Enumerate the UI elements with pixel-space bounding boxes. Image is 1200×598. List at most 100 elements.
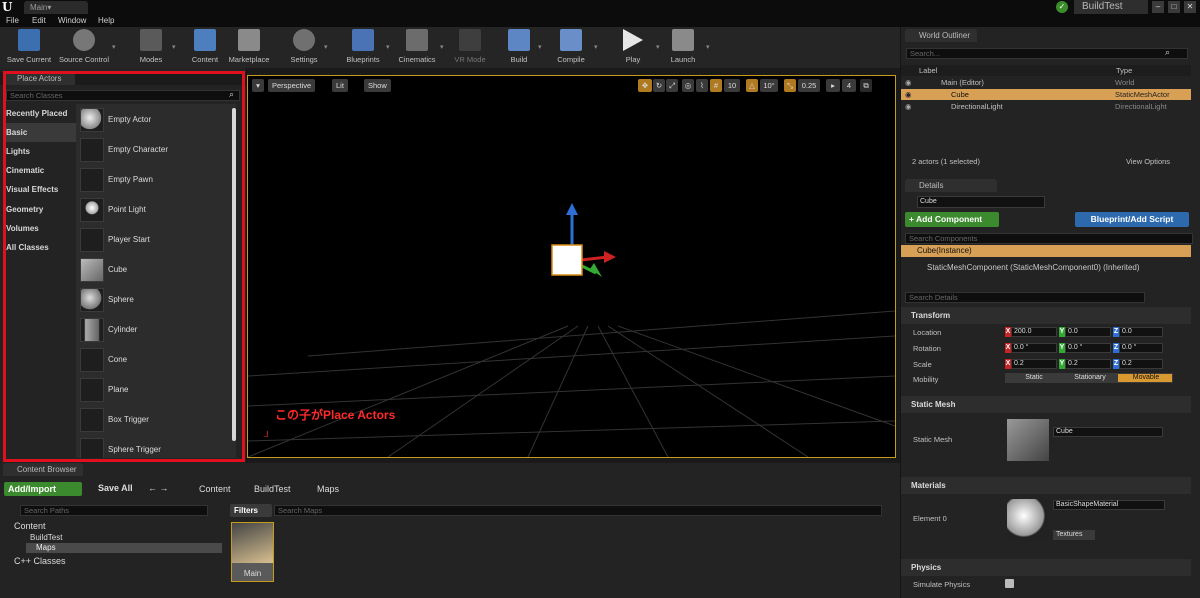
menu-help[interactable]: Help bbox=[98, 15, 114, 27]
static-mesh-thumbnail[interactable] bbox=[1007, 419, 1049, 461]
menu-window[interactable]: Window bbox=[58, 15, 86, 27]
category-lights[interactable]: Lights bbox=[4, 142, 76, 161]
tree-maps[interactable]: Maps bbox=[26, 543, 222, 553]
viewport-menu-icon[interactable]: ▾ bbox=[252, 79, 264, 92]
path-buildtest[interactable]: BuildTest bbox=[254, 484, 291, 494]
rotation-snap-icon[interactable]: △ bbox=[746, 79, 758, 92]
materials-section[interactable]: Materials bbox=[901, 477, 1191, 494]
actor-sphere-trigger[interactable]: Sphere Trigger bbox=[80, 436, 230, 458]
static-mesh-section[interactable]: Static Mesh bbox=[901, 396, 1191, 413]
minimize-button[interactable]: – bbox=[1152, 1, 1164, 13]
actor-cylinder[interactable]: Cylinder bbox=[80, 316, 230, 345]
build-button[interactable]: Build bbox=[500, 29, 538, 67]
actor-empty-character[interactable]: Empty Character bbox=[80, 136, 230, 165]
translate-icon[interactable]: ✥ bbox=[638, 79, 652, 92]
actor-player-start[interactable]: Player Start bbox=[80, 226, 230, 255]
tree-buildtest[interactable]: BuildTest bbox=[30, 533, 62, 542]
outliner-search-input[interactable]: Search... bbox=[906, 48, 1188, 59]
actor-box-trigger[interactable]: Box Trigger bbox=[80, 406, 230, 435]
component-row[interactable]: StaticMeshComponent (StaticMeshComponent… bbox=[901, 263, 1191, 274]
level-tab-main[interactable]: Main▾ bbox=[24, 1, 88, 14]
content-browser-tab[interactable]: Content Browser bbox=[3, 463, 83, 476]
rotate-icon[interactable]: ↻ bbox=[653, 79, 665, 92]
save-current-button[interactable]: Save Current bbox=[4, 29, 54, 67]
modes-button[interactable]: Modes bbox=[130, 29, 172, 67]
actor-name-field[interactable]: Cube bbox=[917, 196, 1045, 208]
actor-cube[interactable]: Cube bbox=[80, 256, 230, 285]
maximize-viewport-icon[interactable]: ⧉ bbox=[860, 79, 872, 92]
visibility-icon[interactable]: ◉ bbox=[905, 78, 912, 87]
location-x[interactable]: 200.0 bbox=[1011, 327, 1057, 337]
search-classes-input[interactable]: Search Classes bbox=[6, 90, 240, 101]
rotation-y[interactable]: 0.0 ° bbox=[1065, 343, 1111, 353]
static-mesh-dropdown[interactable]: Cube bbox=[1053, 427, 1163, 437]
camera-speed-icon[interactable]: ▸ bbox=[826, 79, 840, 92]
asset-main[interactable]: Main bbox=[231, 522, 274, 582]
location-z[interactable]: 0.0 bbox=[1119, 327, 1163, 337]
category-all-classes[interactable]: All Classes bbox=[4, 238, 76, 257]
outliner-row[interactable]: ◉ DirectionalLight DirectionalLight bbox=[901, 101, 1191, 112]
cinematics-button[interactable]: Cinematics bbox=[394, 29, 440, 67]
perspective-button[interactable]: Perspective bbox=[268, 79, 316, 92]
rotation-x[interactable]: 0.0 ° bbox=[1011, 343, 1057, 353]
rotation-z[interactable]: 0.0 ° bbox=[1119, 343, 1163, 353]
actor-cone[interactable]: Cone bbox=[80, 346, 230, 375]
category-visual-effects[interactable]: Visual Effects bbox=[4, 180, 76, 199]
actor-plane[interactable]: Plane bbox=[80, 376, 230, 405]
search-details-input[interactable]: Search Details bbox=[905, 292, 1145, 303]
tree-cpp-classes[interactable]: C++ Classes bbox=[14, 556, 66, 566]
scale-snap-value[interactable]: 0.25 bbox=[798, 79, 820, 92]
details-tab[interactable]: Details bbox=[905, 179, 997, 192]
path-content[interactable]: Content bbox=[199, 484, 231, 494]
path-maps[interactable]: Maps bbox=[317, 484, 339, 494]
cube-gizmo[interactable] bbox=[538, 201, 618, 281]
content-button[interactable]: Content bbox=[186, 29, 224, 67]
scale-snap-icon[interactable]: ⤡ bbox=[784, 79, 796, 92]
transform-section[interactable]: Transform bbox=[901, 307, 1191, 324]
rotation-snap-value[interactable]: 10° bbox=[760, 79, 778, 92]
category-geometry[interactable]: Geometry bbox=[4, 200, 76, 219]
nav-back-forward-icon[interactable]: ← → bbox=[148, 483, 169, 493]
visibility-icon[interactable]: ◉ bbox=[905, 102, 912, 111]
physics-section[interactable]: Physics bbox=[901, 559, 1191, 576]
actor-empty-actor[interactable]: Empty Actor bbox=[80, 106, 230, 135]
search-paths-input[interactable]: Search Paths bbox=[20, 505, 208, 516]
scale-z[interactable]: 0.2 bbox=[1119, 359, 1163, 369]
grid-snap-value[interactable]: 10 bbox=[724, 79, 740, 92]
textures-dropdown[interactable]: Textures bbox=[1053, 530, 1095, 540]
tree-content[interactable]: Content bbox=[14, 521, 46, 531]
category-cinematic[interactable]: Cinematic bbox=[4, 161, 76, 180]
actors-scrollbar[interactable] bbox=[232, 108, 236, 441]
play-button[interactable]: Play bbox=[614, 29, 652, 67]
show-button[interactable]: Show bbox=[364, 79, 391, 92]
search-maps-input[interactable]: Search Maps bbox=[274, 505, 882, 516]
marketplace-button[interactable]: Marketplace bbox=[226, 29, 272, 67]
launch-button[interactable]: Launch bbox=[664, 29, 702, 67]
close-button[interactable]: ✕ bbox=[1184, 1, 1196, 13]
save-all-button[interactable]: Save All bbox=[98, 483, 133, 493]
instance-row[interactable]: Cube(Instance) bbox=[901, 245, 1191, 257]
place-actors-tab[interactable]: Place Actors bbox=[3, 72, 75, 85]
scale-y[interactable]: 0.2 bbox=[1065, 359, 1111, 369]
category-volumes[interactable]: Volumes bbox=[4, 219, 76, 238]
col-label[interactable]: Label bbox=[919, 66, 937, 75]
settings-button[interactable]: Settings bbox=[284, 29, 324, 67]
category-recently-placed[interactable]: Recently Placed bbox=[4, 104, 76, 123]
visibility-icon[interactable]: ◉ bbox=[905, 90, 912, 99]
source-control-button[interactable]: Source Control bbox=[56, 29, 112, 67]
actor-sphere[interactable]: Sphere bbox=[80, 286, 230, 315]
scale-x[interactable]: 0.2 bbox=[1011, 359, 1057, 369]
world-local-icon[interactable]: ◎ bbox=[682, 79, 694, 92]
world-outliner-tab[interactable]: World Outliner bbox=[905, 29, 977, 42]
maximize-button[interactable]: □ bbox=[1168, 1, 1180, 13]
search-components-input[interactable]: Search Components bbox=[905, 233, 1193, 244]
compile-button[interactable]: Compile bbox=[550, 29, 592, 67]
grid-snap-icon[interactable]: # bbox=[710, 79, 722, 92]
vr-mode-button[interactable]: VR Mode bbox=[450, 29, 490, 67]
mobility-static[interactable]: Static bbox=[1005, 373, 1061, 383]
simulate-physics-checkbox[interactable] bbox=[1005, 579, 1014, 588]
blueprint-add-script-button[interactable]: Blueprint/Add Script bbox=[1075, 212, 1189, 227]
category-basic[interactable]: Basic bbox=[4, 123, 76, 142]
outliner-row-selected[interactable]: ◉ Cube StaticMeshActor bbox=[901, 89, 1191, 100]
actor-point-light[interactable]: Point Light bbox=[80, 196, 230, 225]
